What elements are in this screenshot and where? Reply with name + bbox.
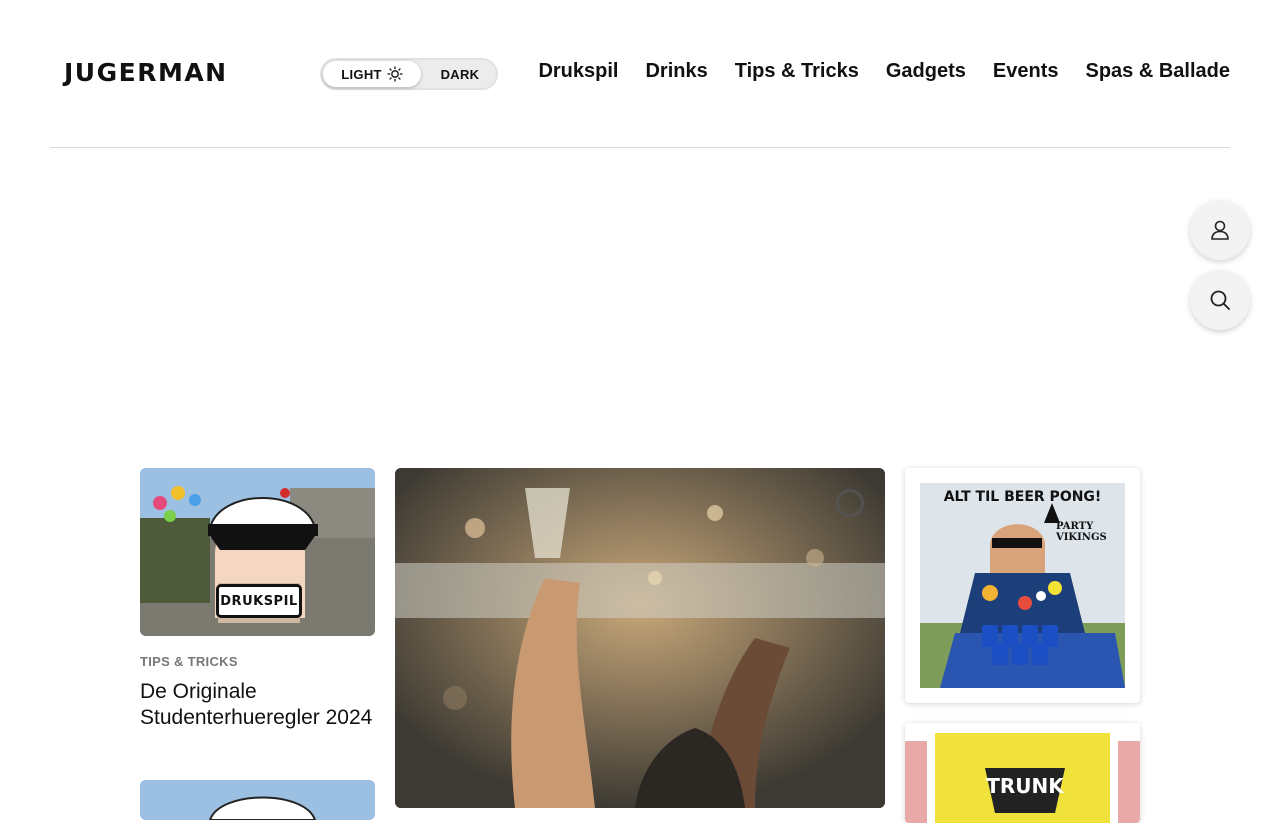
search-button[interactable] [1190, 270, 1250, 330]
sidebar-ad-trunk[interactable]: TRUNK [905, 723, 1140, 823]
nav-item-spas-ballade[interactable]: Spas & Ballade [1085, 60, 1230, 83]
beer-pong-photo [920, 483, 1125, 688]
search-icon [1210, 290, 1230, 310]
trunk-game-photo: TRUNK [905, 723, 1140, 823]
ad-headline: TRUNK [986, 774, 1065, 798]
nav-item-gadgets[interactable]: Gadgets [886, 60, 966, 83]
ad-brand-line: VIKINGS [1056, 532, 1107, 543]
theme-dark-option[interactable]: DARK [422, 61, 498, 87]
main-nav: Drukspil Drinks Tips & Tricks Gadgets Ev… [538, 60, 1230, 83]
header-divider [50, 147, 1230, 148]
ad-headline: ALT TIL BEER PONG! [943, 489, 1102, 505]
nav-item-drinks[interactable]: Drinks [645, 60, 707, 83]
user-icon [1211, 220, 1229, 240]
theme-toggle[interactable]: LIGHT DARK [320, 58, 498, 90]
article-thumbnail[interactable]: DRUKSPIL [140, 468, 375, 636]
article-title[interactable]: De Originale Studenterhueregler 2024 [140, 679, 375, 731]
user-account-button[interactable] [1190, 200, 1250, 260]
ad-image[interactable]: ALT TIL BEER PONG! PARTY VIKINGS [920, 483, 1125, 688]
featured-hero-image[interactable] [395, 468, 885, 808]
ad-brand-logo: PARTY VIKINGS [1056, 521, 1107, 543]
article-card[interactable]: DRUKSPIL TIPS & TRICKS De Originale Stud… [140, 468, 375, 731]
nav-item-tips-tricks[interactable]: Tips & Tricks [735, 60, 859, 83]
theme-light-option[interactable]: LIGHT [323, 61, 421, 87]
theme-light-label: LIGHT [341, 66, 382, 82]
site-header: JUGERMAN LIGHT DARK Drukspil Drinks Tips… [0, 0, 1280, 148]
site-logo[interactable]: JUGERMAN [64, 58, 228, 87]
thumbnail-label: DRUKSPIL [216, 584, 302, 618]
ad-brand-line: PARTY [1056, 521, 1094, 532]
article-thumbnail-next[interactable] [140, 780, 375, 820]
loading-spinner-icon [836, 489, 864, 517]
student-cap-illustration [140, 780, 375, 820]
article-category[interactable]: TIPS & TRICKS [140, 654, 375, 669]
party-toast-photo [395, 468, 885, 808]
sun-icon [387, 66, 403, 82]
nav-item-drukspil[interactable]: Drukspil [538, 60, 618, 83]
nav-item-events[interactable]: Events [993, 60, 1059, 83]
sidebar-ad-beer-pong[interactable]: ALT TIL BEER PONG! PARTY VIKINGS [905, 468, 1140, 703]
